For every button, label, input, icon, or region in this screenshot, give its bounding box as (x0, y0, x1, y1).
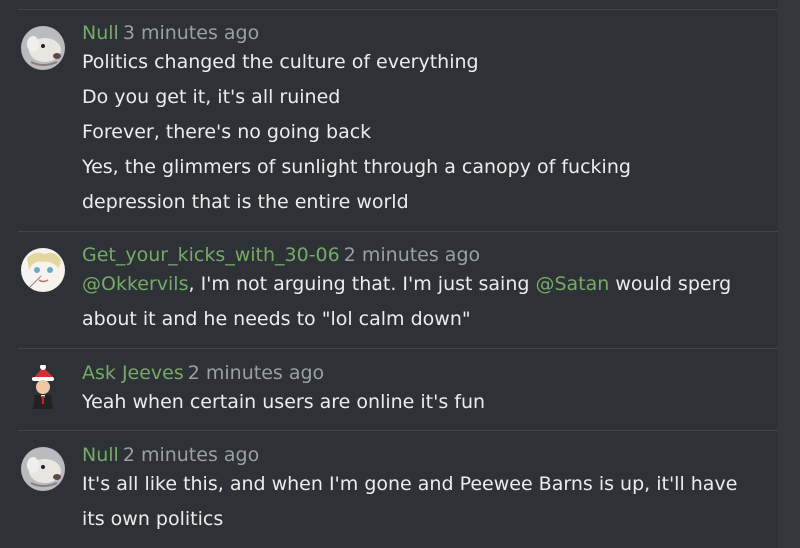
username-link[interactable]: Ask Jeeves (82, 362, 184, 384)
message-header: Get_your_kicks_with_30-06 2 minutes ago (82, 243, 480, 267)
timestamp: 2 minutes ago (343, 244, 481, 266)
message-text-line: about it and he needs to "lol calm down" (82, 308, 471, 330)
message-text-line: Yeah when certain users are online it's … (82, 391, 486, 413)
message-text-line: its own politics (82, 508, 224, 530)
message-text: , I'm not arguing that. I'm just saing (188, 273, 536, 295)
mention-link[interactable]: @Satan (535, 273, 609, 295)
message-separator (18, 430, 778, 431)
message-separator (18, 348, 778, 349)
message-body: @Okkervils, I'm not arguing that. I'm ju… (82, 267, 731, 337)
mention-link[interactable]: @Okkervils (82, 273, 189, 295)
timestamp: 2 minutes ago (122, 444, 260, 466)
message-text-line: depression that is the entire world (82, 191, 409, 213)
avatar-icon[interactable] (21, 26, 65, 70)
message-body: Politics changed the culture of everythi… (82, 45, 631, 220)
message-body: Yeah when certain users are online it's … (82, 385, 485, 420)
message-text-line: Do you get it, it's all ruined (82, 86, 341, 108)
message-separator (18, 9, 778, 10)
message-header: Null 3 minutes ago (82, 21, 259, 45)
username-link[interactable]: Get_your_kicks_with_30-06 (82, 244, 340, 266)
message-text-line: Yes, the glimmers of sunlight through a … (82, 156, 631, 178)
message-body: It's all like this, and when I'm gone an… (82, 467, 737, 537)
message-text-line: It's all like this, and when I'm gone an… (82, 473, 738, 495)
message-text-line: @Okkervils, I'm not arguing that. I'm ju… (82, 267, 731, 302)
message-header: Ask Jeeves 2 minutes ago (82, 361, 324, 385)
message-text-line: Politics changed the culture of everythi… (82, 51, 479, 73)
username-link[interactable]: Null (82, 22, 119, 44)
username-link[interactable]: Null (82, 444, 119, 466)
timestamp: 3 minutes ago (122, 22, 260, 44)
chat-log: Null 3 minutes ago Politics changed the c… (0, 0, 800, 548)
message-header: Null 2 minutes ago (82, 443, 259, 467)
message-text: would sperg (609, 273, 732, 295)
avatar-icon[interactable] (21, 365, 65, 409)
timestamp: 2 minutes ago (187, 362, 325, 384)
avatar-icon[interactable] (21, 447, 65, 491)
avatar-icon[interactable] (21, 248, 65, 292)
message-text-line: Forever, there's no going back (82, 121, 372, 143)
message-separator (18, 231, 778, 232)
